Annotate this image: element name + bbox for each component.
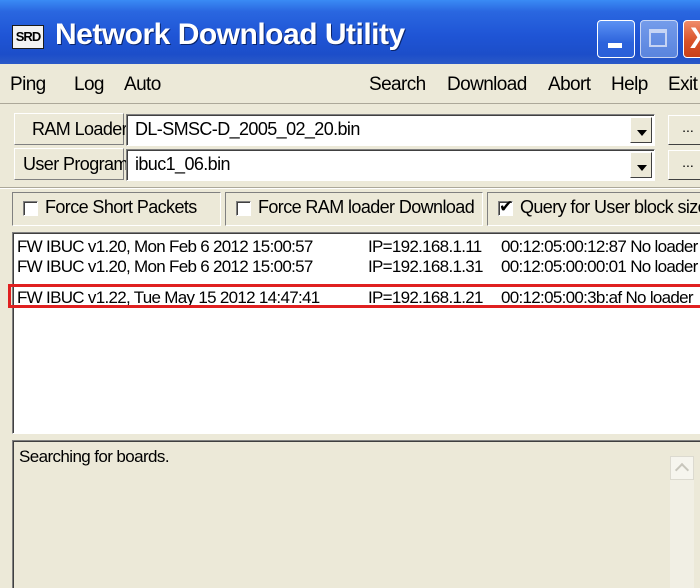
maximize-button[interactable]: [640, 20, 678, 58]
menu-auto[interactable]: Auto: [124, 74, 161, 96]
menu-download[interactable]: Download: [447, 74, 527, 96]
user-program-browse-button[interactable]: ...: [668, 150, 700, 180]
menu-bar: Ping Log Auto Search Download Abort Help…: [0, 64, 700, 104]
board-mac-status: 00:12:05:00:12:87 No loader: [501, 237, 698, 256]
force-ram-loader-checkbox[interactable]: [236, 201, 251, 216]
board-mac-status: 00:12:05:00:3b:af No loader: [501, 288, 694, 307]
close-icon: X: [690, 21, 700, 57]
list-item[interactable]: FW IBUC v1.20, Mon Feb 6 2012 15:00:57 I…: [17, 237, 700, 257]
query-user-block-checkbox[interactable]: ✔: [498, 197, 513, 217]
user-program-select[interactable]: ibuc1_06.bin: [126, 149, 655, 181]
board-mac-status: 00:12:05:00:00:01 No loader: [501, 257, 698, 276]
scroll-up-icon[interactable]: [670, 456, 694, 480]
force-short-packets-label: Force Short Packets: [45, 197, 197, 217]
menu-divider: [0, 103, 700, 104]
query-user-block-option[interactable]: ✔ Query for User block size: [487, 192, 700, 226]
force-short-packets-option[interactable]: Force Short Packets: [12, 192, 221, 226]
list-item[interactable]: FW IBUC v1.22, Tue May 15 2012 14:47:41 …: [17, 288, 700, 308]
menu-abort[interactable]: Abort: [548, 74, 591, 96]
log-text: Searching for boards.: [19, 447, 170, 466]
close-button[interactable]: X: [683, 20, 700, 58]
application-window: SRD Network Download Utility X Ping Log …: [0, 0, 700, 588]
board-firmware: FW IBUC v1.22, Tue May 15 2012 14:47:41: [17, 288, 320, 307]
ram-loader-value: DL-SMSC-D_2005_02_20.bin: [135, 119, 360, 139]
window-title: Network Download Utility: [55, 18, 405, 51]
user-program-value: ibuc1_06.bin: [135, 154, 230, 174]
ram-loader-select[interactable]: DL-SMSC-D_2005_02_20.bin: [126, 114, 655, 146]
menu-search[interactable]: Search: [369, 74, 426, 96]
list-item[interactable]: FW IBUC v1.20, Mon Feb 6 2012 15:00:57 I…: [17, 257, 700, 277]
minimize-button[interactable]: [597, 20, 635, 58]
chevron-down-icon[interactable]: [630, 152, 652, 178]
menu-log[interactable]: Log: [74, 74, 105, 96]
board-ip: IP=192.168.1.11: [368, 237, 482, 256]
chevron-down-icon[interactable]: [630, 117, 652, 143]
app-icon: SRD: [12, 25, 44, 49]
force-short-packets-checkbox[interactable]: [23, 201, 38, 216]
log-scrollbar[interactable]: [670, 456, 694, 588]
ram-loader-label: RAM Loader:: [14, 113, 132, 145]
force-ram-loader-option[interactable]: Force RAM loader Download: [225, 192, 483, 226]
ram-loader-browse-button[interactable]: ...: [668, 115, 700, 145]
board-list[interactable]: FW IBUC v1.20, Mon Feb 6 2012 15:00:57 I…: [12, 232, 700, 434]
menu-exit[interactable]: Exit: [668, 74, 698, 96]
board-ip: IP=192.168.1.21: [368, 288, 483, 307]
log-output[interactable]: Searching for boards.: [12, 440, 700, 588]
board-firmware: FW IBUC v1.20, Mon Feb 6 2012 15:00:57: [17, 237, 313, 256]
options-divider: [0, 187, 700, 189]
force-ram-loader-label: Force RAM loader Download: [258, 197, 475, 217]
menu-ping[interactable]: Ping: [10, 74, 46, 96]
board-ip: IP=192.168.1.31: [368, 257, 483, 276]
title-bar[interactable]: SRD Network Download Utility X: [0, 0, 700, 64]
menu-help[interactable]: Help: [611, 74, 648, 96]
query-user-block-label: Query for User block size: [520, 197, 700, 217]
checkmark-icon: ✔: [499, 197, 514, 217]
board-firmware: FW IBUC v1.20, Mon Feb 6 2012 15:00:57: [17, 257, 313, 276]
user-program-label: User Program:: [14, 148, 133, 180]
